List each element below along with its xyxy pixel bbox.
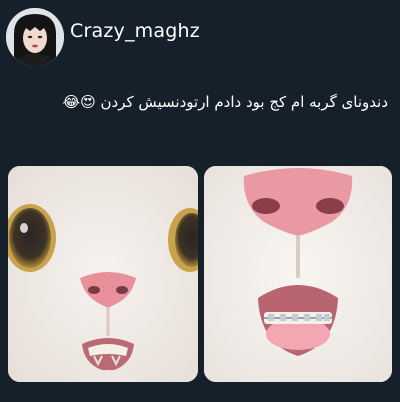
cat-teeth-image xyxy=(8,166,198,382)
avatar-image xyxy=(6,8,64,66)
tweet-body: دندونای گربه ام کج بود دادم ارتودنسیش کر… xyxy=(100,93,389,111)
post-header: Crazy_maghz xyxy=(0,0,400,80)
photo-cat-teeth[interactable] xyxy=(8,166,198,382)
cat-braces-image xyxy=(204,166,392,382)
avatar[interactable] xyxy=(6,8,64,66)
username[interactable]: Crazy_maghz xyxy=(70,20,200,42)
emoji-group: 😍😂 xyxy=(62,93,96,111)
photo-cat-braces[interactable] xyxy=(204,166,392,382)
tweet-text: دندونای گربه ام کج بود دادم ارتودنسیش کر… xyxy=(8,92,388,112)
